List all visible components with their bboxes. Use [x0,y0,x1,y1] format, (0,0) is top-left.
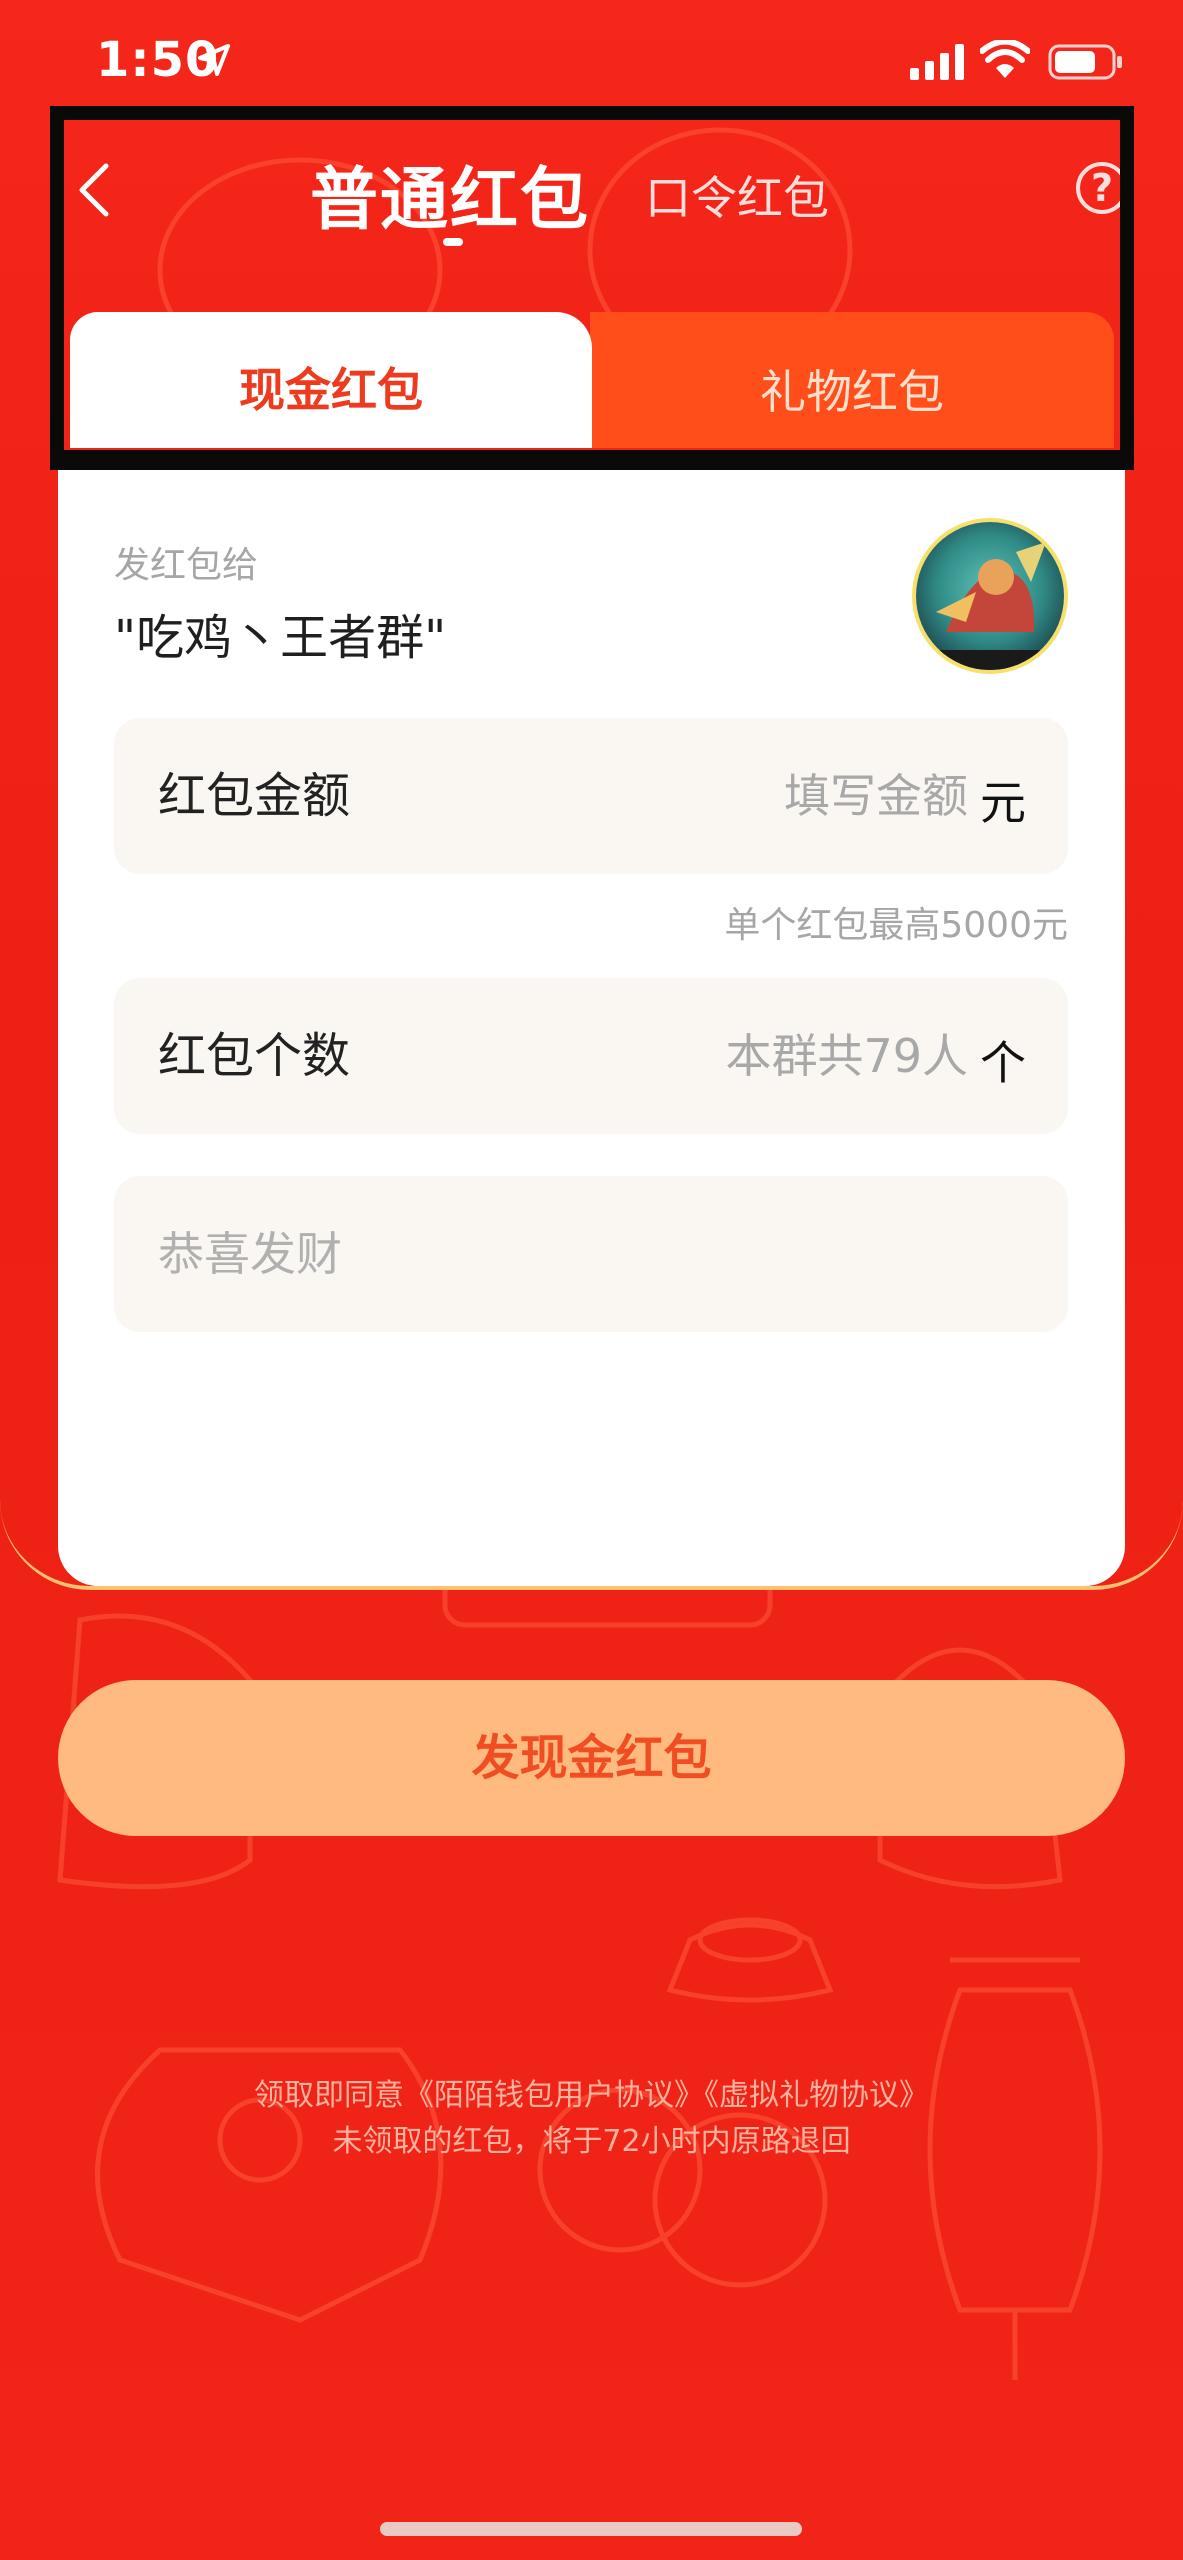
amount-unit: 元 [980,776,1026,830]
count-label: 红包个数 [158,1028,351,1084]
location-arrow-icon [198,44,230,76]
cellular-signal-icon [910,44,964,80]
amount-input[interactable] [548,718,968,874]
group-avatar [912,518,1068,674]
count-unit: 个 [980,1036,1026,1090]
send-cash-packet-button[interactable]: 发现金红包 [58,1680,1125,1836]
refund-notice: 未领取的红包，将于72小时内原路退回 [332,2124,851,2159]
header-highlight-box [50,106,1134,470]
amount-limit-note: 单个红包最高5000元 [724,905,1068,946]
group-avatar-icon [916,522,1064,670]
greeting-input[interactable] [158,1176,1018,1332]
send-to-label: 发红包给 [114,545,259,586]
group-name: "吃鸡丶王者群" [114,610,447,666]
battery-icon [1048,44,1122,80]
amount-field: 红包金额 元 [114,718,1068,874]
agreement-text[interactable]: 领取即同意《陌陌钱包用户协议》《虚拟礼物协议》 [0,2070,1183,2114]
wifi-icon [980,40,1030,78]
greeting-field [114,1176,1068,1332]
amount-label: 红包金额 [158,768,351,824]
count-input[interactable] [548,978,968,1134]
home-indicator[interactable] [380,2522,802,2536]
count-field: 红包个数 个 [114,978,1068,1134]
